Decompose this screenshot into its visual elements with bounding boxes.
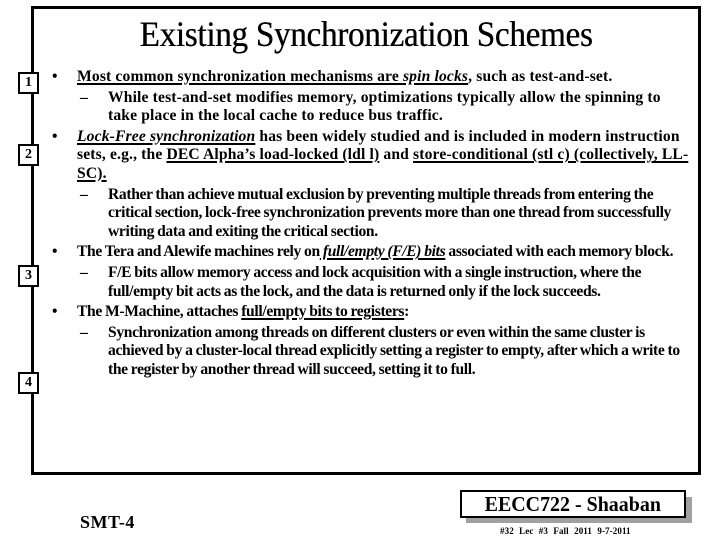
bullet-item: • The Tera and Alewife machines rely on …	[52, 243, 692, 262]
bullet-icon: •	[52, 127, 58, 145]
section-marker-2: 2	[18, 144, 39, 166]
course-badge: EECC722 - Shaaban	[460, 490, 686, 518]
section-marker-4: 4	[18, 372, 39, 394]
bullet-icon: •	[52, 68, 58, 85]
sub-bullet-item: – While test-and-set modifies memory, op…	[52, 89, 692, 126]
section-marker-1: 1	[18, 72, 39, 94]
ldl-term: DEC Alpha’s load-locked (ldl l)	[166, 146, 380, 164]
bullet-item: • Most common synchronization mechanisms…	[52, 68, 692, 87]
spin-locks-term: spin locks	[402, 68, 469, 85]
bullet-text: The Tera and Alewife machines rely on fu…	[77, 243, 674, 261]
slide-section-label: SMT-4	[80, 512, 135, 532]
sub-bullet-text: Synchronization among threads on differe…	[108, 323, 680, 378]
registers-term: full/empty bits to registers	[241, 303, 405, 321]
bullet-text: Lock-Free synchronization has been widel…	[77, 127, 689, 182]
bullet-icon: •	[52, 243, 58, 261]
dash-icon: –	[80, 323, 88, 341]
sub-bullet-item: – F/E bits allow memory access and lock …	[52, 264, 692, 301]
dash-icon: –	[80, 263, 88, 281]
sub-bullet-item: – Rather than achieve mutual exclusion b…	[52, 186, 692, 242]
sub-bullet-item: – Synchronization among threads on diffe…	[52, 324, 692, 380]
bullet-icon: •	[52, 303, 58, 321]
course-badge-label: EECC722 - Shaaban	[484, 492, 662, 516]
section-marker-3: 3	[18, 265, 39, 287]
bullet-item: • Lock-Free synchronization has been wid…	[52, 128, 692, 184]
sub-bullet-text: Rather than achieve mutual exclusion by …	[108, 185, 672, 240]
bullet-text: The M-Machine, attaches full/empty bits …	[77, 303, 409, 321]
sub-bullet-text: While test-and-set modifies memory, opti…	[108, 88, 661, 125]
dash-icon: –	[80, 185, 88, 203]
full-empty-bits-term: full/empty (F/E) bits	[319, 243, 446, 261]
sub-bullet-text: F/E bits allow memory access and lock ac…	[108, 263, 642, 300]
dash-icon: –	[80, 88, 88, 106]
lock-free-term: Lock-Free synchronization	[77, 127, 256, 145]
slide-title: Existing Synchronization Schemes	[139, 14, 593, 54]
bullet-text: Most common synchronization mechanisms a…	[77, 68, 613, 85]
slide-content: • Most common synchronization mechanisms…	[52, 68, 692, 382]
bullet-item: • The M-Machine, attaches full/empty bit…	[52, 303, 692, 322]
slide-info: #32 Lec #3 Fall 2011 9-7-2011	[500, 526, 631, 536]
